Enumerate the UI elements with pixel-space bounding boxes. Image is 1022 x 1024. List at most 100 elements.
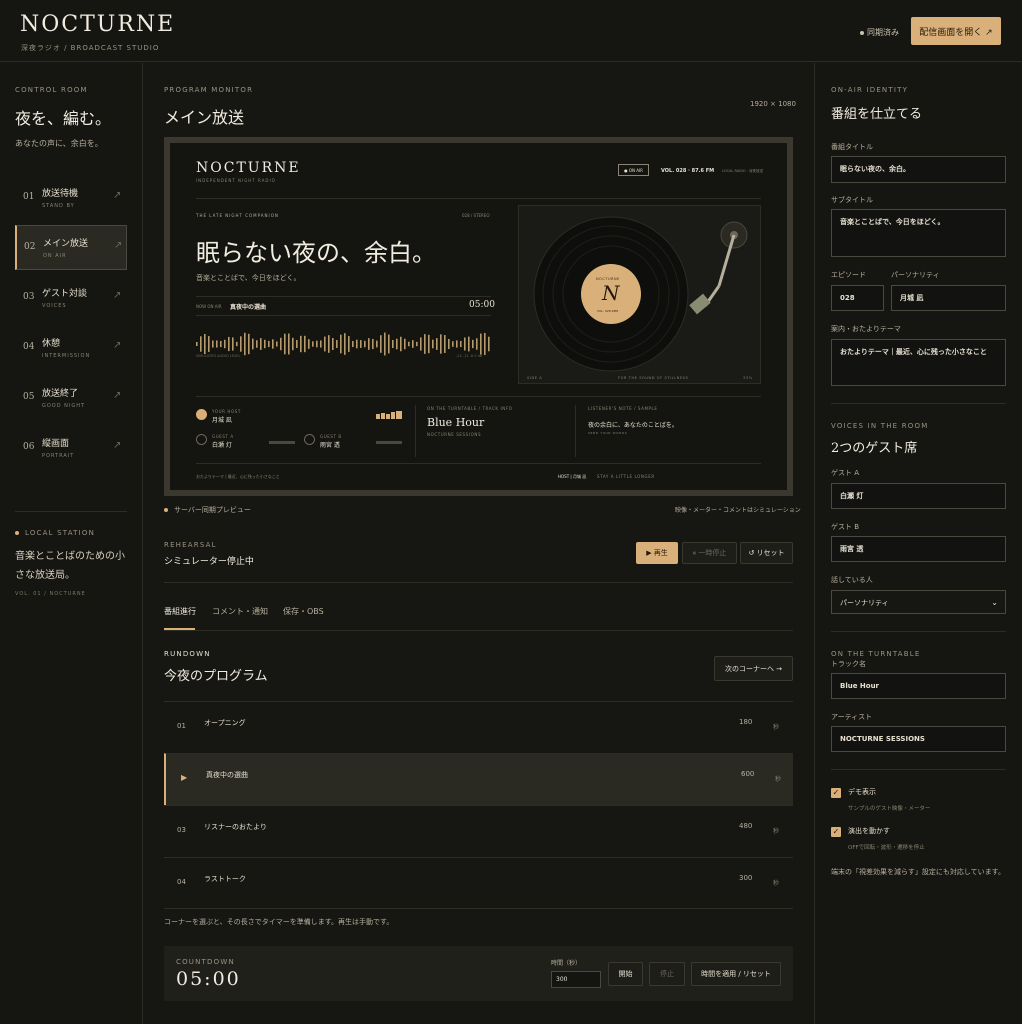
status-dot-icon	[164, 508, 168, 512]
episode-input[interactable]: 028	[831, 285, 884, 311]
rundown-row[interactable]: 04 ラストトーク 300 秒	[164, 857, 793, 909]
waveform-bar	[384, 332, 386, 356]
demo-sub: サンプルのゲスト映像・メーター	[848, 806, 931, 812]
voices-label: VOICES IN THE ROOM	[831, 422, 929, 430]
scene-item-on-air[interactable]: 02 メイン放送 ON AIR ↗	[15, 225, 127, 270]
waveform-bar	[200, 336, 202, 352]
artist-input[interactable]: NOCTURNE SESSIONS	[831, 726, 1006, 752]
seconds-input[interactable]: 300	[551, 971, 601, 988]
reset-button[interactable]: ↺ リセット	[740, 542, 793, 564]
row-unit: 秒	[775, 776, 782, 783]
preview-headline: 眠らない夜の、余白。	[196, 239, 436, 267]
theme-textarea[interactable]: おたよりテーマ｜最近、心に残った小さなこと	[831, 339, 1006, 386]
open-broadcast-button[interactable]: 配信画面を開く ↗	[911, 17, 1001, 45]
scene-item-portrait[interactable]: 06 縦画面 PORTRAIT ↗	[15, 425, 127, 470]
app-header: NOCTURNE 深夜ラジオ / BROADCAST STUDIO 同期済み 配…	[0, 0, 1022, 62]
waveform-bar	[260, 338, 262, 350]
local-station-text: LOCAL STATION	[25, 529, 96, 537]
row-duration[interactable]: 480	[739, 822, 752, 830]
scene-item-good-night[interactable]: 05 放送終了 GOOD NIGHT ↗	[15, 375, 127, 420]
status-dot-icon	[15, 531, 19, 535]
waveform-bar	[276, 341, 278, 347]
pause-button[interactable]: ⏸ 一時停止	[682, 542, 737, 564]
waveform-bar	[280, 337, 282, 351]
tab-rundown[interactable]: 番組進行	[164, 606, 196, 617]
waveform-bar	[472, 339, 474, 349]
rundown-row[interactable]: 03 リスナーのおたより 480 秒	[164, 805, 793, 857]
start-button[interactable]: 開始	[608, 962, 643, 986]
waveform-bar	[352, 341, 354, 347]
waveform-bar	[436, 338, 438, 350]
scene-item-stand-by[interactable]: 01 放送待機 STAND BY ↗	[15, 175, 127, 220]
guest-b-input[interactable]: 雨宮 透	[831, 536, 1006, 562]
next-segment-button[interactable]: 次のコーナーへ →	[714, 656, 793, 681]
tab-comments[interactable]: コメント・通知	[212, 606, 268, 617]
arrow-up-right-icon: ↗	[113, 340, 122, 351]
rundown-note: コーナーを選ぶと、その長さでタイマーを準備します。再生は手動です。	[164, 918, 394, 926]
countdown-label: COUNTDOWN	[176, 958, 235, 966]
guest-b-label: ゲスト B	[831, 523, 860, 531]
scene-subtitle: ON AIR	[43, 253, 67, 259]
play-button[interactable]: ▶ 再生	[636, 542, 678, 564]
subtitle-textarea[interactable]: 音楽とことばで、今日をほどく。	[831, 209, 1006, 257]
row-duration[interactable]: 600	[741, 770, 754, 778]
stop-button[interactable]: 停止	[649, 962, 685, 986]
preview-footer-tagline: STAY A LITTLE LONGER	[597, 474, 655, 479]
guest-b-name: 雨宮 透	[320, 442, 340, 449]
app-subtitle: 深夜ラジオ / BROADCAST STUDIO	[21, 44, 160, 52]
apply-time-button[interactable]: 時間を適用 / リセット	[691, 962, 781, 986]
waveform-bar	[420, 337, 422, 351]
rundown-row[interactable]: 01 オープニング 180 秒	[164, 701, 793, 753]
personality-input[interactable]: 月城 凪	[891, 285, 1006, 311]
subtitle-label: サブタイトル	[831, 196, 873, 204]
motion-checkbox[interactable]: ✓	[831, 827, 841, 837]
scene-item-voices[interactable]: 03 ゲスト対談 VOICES ↗	[15, 275, 127, 320]
waveform-bar	[404, 338, 406, 350]
row-duration[interactable]: 300	[739, 874, 752, 882]
program-title-input[interactable]: 眠らない夜の、余白。	[831, 156, 1006, 183]
row-duration[interactable]: 180	[739, 718, 752, 726]
waveform-bar	[236, 341, 238, 347]
scene-heading: メイン放送	[164, 108, 245, 127]
waveform-bar	[364, 340, 366, 348]
waveform-bar	[376, 340, 378, 348]
tabs-divider	[164, 630, 793, 631]
scene-subtitle: STAND BY	[42, 203, 75, 209]
waveform-bar	[284, 333, 286, 355]
scene-item-intermission[interactable]: 04 休憩 INTERMISSION ↗	[15, 325, 127, 370]
waveform-bar	[308, 339, 310, 349]
row-title: 真夜中の選曲	[206, 771, 248, 779]
demo-checkbox[interactable]: ✓	[831, 788, 841, 798]
row-unit: 秒	[773, 828, 780, 835]
waveform-bar	[408, 341, 410, 347]
waveform-bar	[208, 336, 210, 352]
program-monitor: NOCTURNE INDEPENDENT NIGHT RADIO ● ON AI…	[164, 137, 793, 496]
record-letter: N	[602, 281, 620, 305]
guest-a-input[interactable]: 白瀬 灯	[831, 483, 1006, 509]
scene-number: 03	[23, 292, 35, 302]
volume-label: VOL. 01 / NOCTURNE	[15, 591, 86, 597]
scene-subtitle: GOOD NIGHT	[42, 403, 86, 409]
track-input[interactable]: Blue Hour	[831, 673, 1006, 699]
row-number: 03	[177, 826, 186, 834]
waveform-bar	[432, 339, 434, 349]
waveform-bar	[468, 336, 470, 352]
tab-save-obs[interactable]: 保存・OBS	[283, 606, 324, 617]
record-sub: VOL. 028 RPM	[597, 309, 619, 313]
host-label: YOUR HOST	[212, 409, 241, 414]
scene-number: 01	[23, 192, 35, 202]
scene-title: 休憩	[42, 339, 61, 349]
motion-sub: OFFで回転・波形・遷移を停止	[848, 845, 925, 851]
row-unit: 秒	[773, 724, 780, 731]
waveform-bar	[412, 340, 414, 348]
sync-status-text: 同期済み	[867, 28, 899, 37]
waveform-bar	[256, 340, 258, 348]
rundown-row-active[interactable]: ▶ 真夜中の選曲 600 秒	[164, 753, 793, 805]
preview-timer: 05:00	[469, 300, 495, 310]
waveform-bar	[252, 338, 254, 350]
speaker-select[interactable]: パーソナリティ ⌄	[831, 590, 1006, 614]
program-monitor-label: PROGRAM MONITOR	[164, 86, 254, 94]
rehearsal-label: REHEARSAL	[164, 541, 217, 549]
section-divider	[831, 631, 1006, 632]
waveform-bar	[248, 333, 250, 355]
